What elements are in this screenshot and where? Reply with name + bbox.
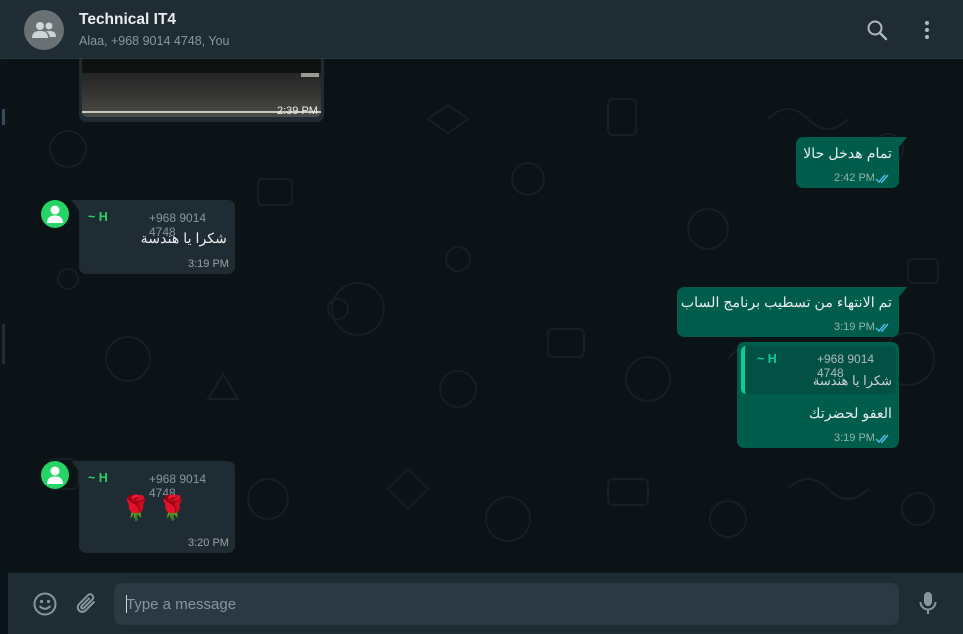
search-button[interactable]	[866, 19, 888, 41]
double-check-icon	[875, 323, 889, 333]
message-time: 3:20 PM	[188, 537, 229, 549]
message-text: العفو لحضرتك	[808, 406, 892, 422]
chat-participants[interactable]: Alaa, +968 9014 4748, You	[79, 34, 230, 48]
quoted-sender-name: ~ H	[757, 352, 777, 366]
message-bubble-outgoing[interactable]: تمام هدخل حالا 2:42 PM	[796, 137, 907, 188]
message-time: 3:19 PM	[834, 432, 875, 444]
microphone-icon	[919, 592, 937, 614]
message-text: تم الانتهاء من تسطيب برنامج الساب	[680, 295, 892, 311]
message-bubble-incoming[interactable]: ~ H +968 9014 4748 شكرا يا هندسة 3:19 PM	[71, 200, 235, 274]
sender-name[interactable]: ~ H	[88, 210, 108, 224]
person-icon	[47, 205, 63, 223]
group-avatar[interactable]	[24, 10, 64, 50]
paperclip-icon	[76, 593, 95, 613]
voice-message-button[interactable]	[916, 590, 940, 616]
message-bubble-outgoing-reply[interactable]: ~ H +968 9014 4748 شكرا يا هندسة العفو ل…	[737, 342, 899, 448]
search-icon	[867, 20, 888, 41]
attach-button[interactable]	[74, 591, 100, 617]
quoted-message[interactable]: ~ H +968 9014 4748 شكرا يا هندسة	[741, 346, 896, 394]
message-list[interactable]: 2:39 PM تمام هدخل حالا 2:42 PM ~ H +968 …	[8, 59, 963, 573]
message-input[interactable]	[114, 583, 899, 625]
composer-bar	[8, 573, 963, 634]
person-icon	[47, 466, 63, 484]
message-time: 3:19 PM	[188, 258, 229, 270]
group-icon	[32, 22, 56, 38]
message-bubble-incoming[interactable]: ~ H +968 9014 4748 🌹 🌹 3:20 PM	[71, 461, 235, 553]
menu-button[interactable]	[916, 19, 938, 41]
message-time: 2:39 PM	[277, 105, 318, 117]
emoji-button[interactable]	[32, 591, 58, 617]
rose-emoji-text: 🌹 🌹	[121, 495, 188, 522]
quoted-text: شكرا يا هندسة	[812, 373, 892, 388]
double-check-icon	[875, 434, 889, 444]
chat-header: Technical IT4 Alaa, +968 9014 4748, You	[0, 0, 963, 59]
text-cursor	[126, 595, 127, 613]
image-message[interactable]: 2:39 PM	[79, 59, 324, 122]
message-time: 3:19 PM	[834, 321, 875, 333]
sender-avatar[interactable]	[41, 200, 69, 228]
more-vertical-icon	[925, 21, 929, 39]
sender-name[interactable]: ~ H	[88, 471, 108, 485]
sender-avatar[interactable]	[41, 461, 69, 489]
message-time: 2:42 PM	[834, 172, 875, 184]
double-check-icon	[875, 174, 889, 184]
emoji-icon	[33, 592, 57, 616]
pane-divider	[0, 59, 8, 634]
message-bubble-outgoing[interactable]: تم الانتهاء من تسطيب برنامج الساب 3:19 P…	[677, 287, 907, 337]
message-text: تمام هدخل حالا	[803, 146, 892, 162]
chat-title[interactable]: Technical IT4	[79, 11, 176, 29]
message-text: شكرا يا هندسة	[140, 231, 227, 247]
